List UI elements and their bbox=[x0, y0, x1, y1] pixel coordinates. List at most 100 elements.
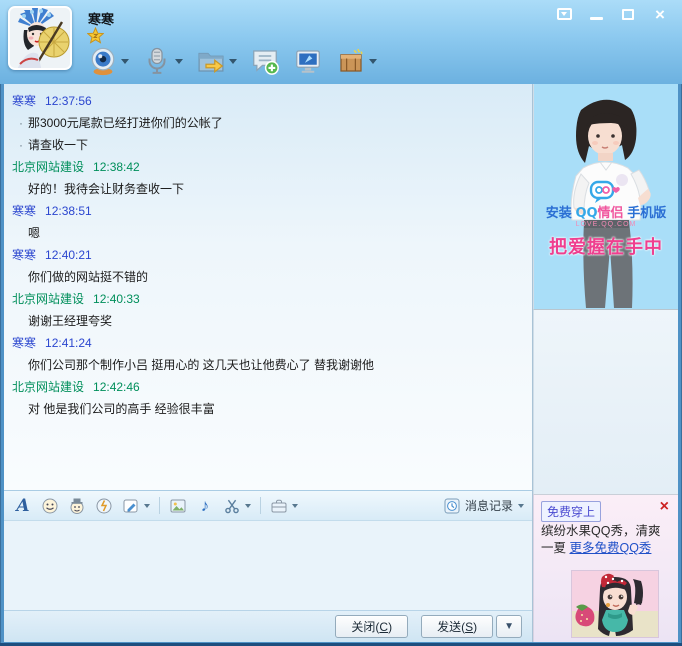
message-marker: · bbox=[19, 134, 23, 156]
message-sender[interactable]: 北京网站建设 bbox=[12, 292, 84, 306]
minimize-button[interactable] bbox=[584, 5, 608, 23]
close-button[interactable]: × bbox=[648, 5, 672, 23]
message-line: · 请查收一下 bbox=[12, 134, 524, 156]
webcam-icon bbox=[88, 46, 118, 76]
close-label-end: ) bbox=[388, 620, 392, 634]
main-toolbar bbox=[86, 44, 379, 78]
send-button[interactable]: 发送(S) bbox=[421, 615, 493, 638]
minimize-icon bbox=[590, 17, 603, 20]
app-box-icon bbox=[336, 46, 366, 76]
toolbox-icon bbox=[270, 497, 288, 515]
message-header: 寒寒 12:37:56 bbox=[12, 90, 524, 112]
screenshot-dropdown-arrow[interactable] bbox=[245, 504, 251, 508]
send-label: 发送( bbox=[437, 618, 465, 635]
remote-desktop-icon bbox=[293, 46, 323, 76]
message-text: 请查收一下 bbox=[28, 138, 88, 152]
video-call-dropdown-arrow[interactable] bbox=[121, 59, 129, 64]
free-dressup-badge[interactable]: 免费穿上 bbox=[541, 501, 601, 522]
close-chat-button[interactable]: 关闭(C) bbox=[335, 615, 408, 638]
message-text: 你们公司那个制作小吕 挺用心的 这几天也让他费心了 替我谢谢他 bbox=[28, 358, 374, 372]
message-header: 北京网站建设12:38:42 bbox=[12, 156, 524, 178]
magic-face-icon bbox=[68, 497, 86, 515]
message-sender[interactable]: 寒寒 bbox=[12, 204, 36, 218]
microphone-icon bbox=[142, 46, 172, 76]
create-group-chat-button[interactable] bbox=[248, 44, 282, 78]
message-text: 好的！我待会让财务查收一下 bbox=[28, 182, 184, 196]
more-qqshow-link[interactable]: 更多免费QQ秀 bbox=[569, 541, 651, 555]
message-line: 对 他是我们公司的高手 经验很丰富 bbox=[12, 398, 524, 420]
send-label-end: ) bbox=[473, 620, 477, 634]
message-group: 寒寒12:38:51 嗯 bbox=[12, 200, 524, 244]
smiley-icon bbox=[41, 497, 59, 515]
editor-toolbar: A bbox=[4, 490, 532, 520]
history-dropdown-arrow[interactable] bbox=[518, 504, 524, 508]
message-group: 北京网站建设12:40:33 谢谢王经理夸奖 bbox=[12, 288, 524, 332]
message-text: 那3000元尾款已经打进你们的公帐了 bbox=[28, 116, 223, 130]
collapse-panel-icon bbox=[557, 8, 572, 20]
toggle-sidebar-button[interactable] bbox=[552, 5, 576, 23]
voice-call-button[interactable] bbox=[140, 44, 185, 78]
emoticon-button[interactable] bbox=[39, 495, 61, 517]
multi-chat-icon bbox=[250, 46, 280, 76]
message-sender[interactable]: 北京网站建设 bbox=[12, 160, 84, 174]
ad-close-icon[interactable]: × bbox=[660, 499, 669, 515]
message-sender[interactable]: 寒寒 bbox=[12, 248, 36, 262]
maximize-button[interactable] bbox=[616, 5, 640, 23]
message-group: 寒寒12:40:21 你们做的网站挺不错的 bbox=[12, 244, 524, 288]
doodle-dropdown-arrow[interactable] bbox=[144, 504, 150, 508]
message-text: 嗯 bbox=[28, 226, 40, 240]
message-time: 12:42:46 bbox=[93, 380, 140, 394]
message-header: 寒寒12:38:51 bbox=[12, 200, 524, 222]
qqshow-panel[interactable]: 安装 QQ情侣 手机版 LOVE.QQ.COM 把爱握在手中 bbox=[533, 84, 678, 310]
voice-call-dropdown-arrow[interactable] bbox=[175, 59, 183, 64]
scissors-icon bbox=[223, 497, 241, 515]
ad-logo-couple: 情侣 bbox=[598, 205, 624, 220]
ad-suffix-text: 手机版 bbox=[627, 205, 666, 220]
maximize-icon bbox=[622, 9, 634, 20]
file-transfer-dropdown-arrow[interactable] bbox=[229, 59, 237, 64]
message-line: 嗯 bbox=[12, 222, 524, 244]
font-format-button[interactable]: A bbox=[12, 495, 34, 517]
message-sender[interactable]: 寒寒 bbox=[12, 94, 36, 108]
audio-message-button[interactable]: ♪ bbox=[194, 495, 216, 517]
opera-avatar-image bbox=[10, 8, 72, 70]
file-transfer-button[interactable] bbox=[194, 44, 239, 78]
close-hotkey: C bbox=[379, 620, 388, 634]
chat-column: 寒寒 12:37:56 · 那3000元尾款已经打进你们的公帐了 · 请查收一下 北京… bbox=[4, 84, 533, 642]
message-sender[interactable]: 寒寒 bbox=[12, 336, 36, 350]
screenshot-button[interactable] bbox=[221, 495, 243, 517]
toolbox-dropdown-arrow[interactable] bbox=[292, 504, 298, 508]
toolbox-button[interactable] bbox=[268, 495, 290, 517]
app-box-button[interactable] bbox=[334, 44, 379, 78]
ad-girl-image[interactable] bbox=[572, 571, 658, 637]
contact-avatar[interactable] bbox=[8, 6, 72, 70]
message-input[interactable] bbox=[4, 520, 532, 610]
history-clock-icon bbox=[444, 498, 460, 514]
message-time: 12:40:33 bbox=[93, 292, 140, 306]
ad-slogan: 把爱握在手中 bbox=[534, 233, 678, 259]
chat-history[interactable]: 寒寒 12:37:56 · 那3000元尾款已经打进你们的公帐了 · 请查收一下 北京… bbox=[4, 84, 532, 490]
close-label: 关闭( bbox=[351, 618, 379, 635]
message-history-button[interactable]: 消息记录 bbox=[444, 497, 524, 514]
message-header: 北京网站建设 12:40:33 bbox=[12, 288, 524, 310]
remote-assist-button[interactable] bbox=[291, 44, 325, 78]
ad-logo-subtext: LOVE.QQ.COM bbox=[534, 221, 678, 229]
app-box-dropdown-arrow[interactable] bbox=[369, 59, 377, 64]
doodle-button[interactable] bbox=[120, 495, 142, 517]
magic-emoticon-button[interactable] bbox=[66, 495, 88, 517]
ad-text: 缤纷水果QQ秀，清爽一夏 更多免费QQ秀 bbox=[541, 523, 671, 557]
send-options-button[interactable]: ▼ bbox=[496, 615, 522, 638]
message-sender[interactable]: 北京网站建设 bbox=[12, 380, 84, 394]
window-controls: × bbox=[552, 4, 672, 24]
ad-logo-qq: QQ bbox=[575, 206, 597, 221]
message-time: 12:37:56 bbox=[45, 94, 92, 108]
qqshow-ad-overlay[interactable]: 安装 QQ情侣 手机版 LOVE.QQ.COM 把爱握在手中 bbox=[534, 180, 678, 259]
image-icon bbox=[169, 497, 187, 515]
message-time: 12:40:21 bbox=[45, 248, 92, 262]
shake-window-button[interactable] bbox=[93, 495, 115, 517]
video-call-button[interactable] bbox=[86, 44, 131, 78]
message-text: 对 他是我们公司的高手 经验很丰富 bbox=[28, 402, 215, 416]
send-image-button[interactable] bbox=[167, 495, 189, 517]
message-line: 你们公司那个制作小吕 挺用心的 这几天也让他费心了 替我谢谢他 bbox=[12, 354, 524, 376]
message-header: 寒寒 12:40:21 bbox=[12, 244, 524, 266]
